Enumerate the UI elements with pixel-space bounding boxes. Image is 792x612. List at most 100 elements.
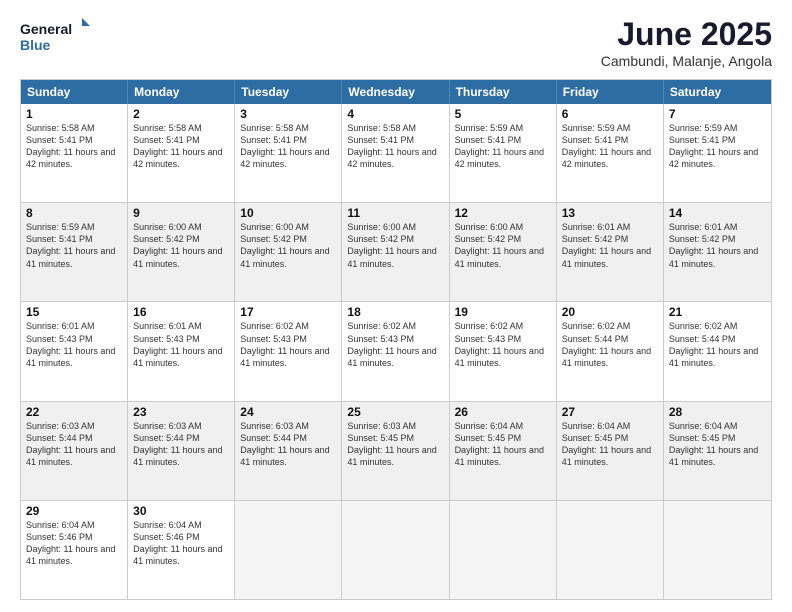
day-info: Sunrise: 5:58 AMSunset: 5:41 PMDaylight:…	[26, 122, 122, 171]
title-block: June 2025 Cambundi, Malanje, Angola	[601, 16, 772, 69]
day-info: Sunrise: 6:03 AMSunset: 5:45 PMDaylight:…	[347, 420, 443, 469]
day-cell-19: 19 Sunrise: 6:02 AMSunset: 5:43 PMDaylig…	[450, 302, 557, 400]
day-info: Sunrise: 6:02 AMSunset: 5:44 PMDaylight:…	[562, 320, 658, 369]
calendar-body: 1 Sunrise: 5:58 AMSunset: 5:41 PMDayligh…	[21, 104, 771, 599]
day-info: Sunrise: 6:01 AMSunset: 5:42 PMDaylight:…	[669, 221, 766, 270]
day-info: Sunrise: 6:04 AMSunset: 5:45 PMDaylight:…	[669, 420, 766, 469]
svg-text:Blue: Blue	[20, 37, 51, 53]
day-info: Sunrise: 6:00 AMSunset: 5:42 PMDaylight:…	[347, 221, 443, 270]
day-number: 18	[347, 305, 443, 319]
day-info: Sunrise: 6:03 AMSunset: 5:44 PMDaylight:…	[26, 420, 122, 469]
day-number: 19	[455, 305, 551, 319]
day-info: Sunrise: 5:59 AMSunset: 5:41 PMDaylight:…	[562, 122, 658, 171]
main-title: June 2025	[601, 16, 772, 53]
day-number: 22	[26, 405, 122, 419]
day-cell-10: 10 Sunrise: 6:00 AMSunset: 5:42 PMDaylig…	[235, 203, 342, 301]
day-number: 16	[133, 305, 229, 319]
day-cell-22: 22 Sunrise: 6:03 AMSunset: 5:44 PMDaylig…	[21, 402, 128, 500]
day-number: 23	[133, 405, 229, 419]
day-cell-30: 30 Sunrise: 6:04 AMSunset: 5:46 PMDaylig…	[128, 501, 235, 599]
day-cell-20: 20 Sunrise: 6:02 AMSunset: 5:44 PMDaylig…	[557, 302, 664, 400]
day-number: 10	[240, 206, 336, 220]
day-info: Sunrise: 6:02 AMSunset: 5:43 PMDaylight:…	[240, 320, 336, 369]
day-info: Sunrise: 6:01 AMSunset: 5:43 PMDaylight:…	[133, 320, 229, 369]
empty-cell	[450, 501, 557, 599]
subtitle: Cambundi, Malanje, Angola	[601, 53, 772, 69]
calendar-row-5: 29 Sunrise: 6:04 AMSunset: 5:46 PMDaylig…	[21, 500, 771, 599]
day-cell-2: 2 Sunrise: 5:58 AMSunset: 5:41 PMDayligh…	[128, 104, 235, 202]
header-day-sunday: Sunday	[21, 80, 128, 104]
day-number: 21	[669, 305, 766, 319]
day-info: Sunrise: 6:02 AMSunset: 5:43 PMDaylight:…	[347, 320, 443, 369]
calendar: SundayMondayTuesdayWednesdayThursdayFrid…	[20, 79, 772, 600]
calendar-row-4: 22 Sunrise: 6:03 AMSunset: 5:44 PMDaylig…	[21, 401, 771, 500]
day-cell-11: 11 Sunrise: 6:00 AMSunset: 5:42 PMDaylig…	[342, 203, 449, 301]
logo-svg: General Blue	[20, 16, 90, 60]
day-number: 28	[669, 405, 766, 419]
day-cell-15: 15 Sunrise: 6:01 AMSunset: 5:43 PMDaylig…	[21, 302, 128, 400]
day-number: 26	[455, 405, 551, 419]
day-cell-9: 9 Sunrise: 6:00 AMSunset: 5:42 PMDayligh…	[128, 203, 235, 301]
day-number: 5	[455, 107, 551, 121]
day-cell-3: 3 Sunrise: 5:58 AMSunset: 5:41 PMDayligh…	[235, 104, 342, 202]
day-cell-25: 25 Sunrise: 6:03 AMSunset: 5:45 PMDaylig…	[342, 402, 449, 500]
header-day-saturday: Saturday	[664, 80, 771, 104]
day-number: 15	[26, 305, 122, 319]
header-day-monday: Monday	[128, 80, 235, 104]
day-info: Sunrise: 6:00 AMSunset: 5:42 PMDaylight:…	[133, 221, 229, 270]
header-day-friday: Friday	[557, 80, 664, 104]
day-cell-28: 28 Sunrise: 6:04 AMSunset: 5:45 PMDaylig…	[664, 402, 771, 500]
day-cell-5: 5 Sunrise: 5:59 AMSunset: 5:41 PMDayligh…	[450, 104, 557, 202]
day-number: 7	[669, 107, 766, 121]
day-info: Sunrise: 5:59 AMSunset: 5:41 PMDaylight:…	[455, 122, 551, 171]
svg-text:General: General	[20, 21, 72, 37]
day-info: Sunrise: 5:58 AMSunset: 5:41 PMDaylight:…	[347, 122, 443, 171]
day-cell-24: 24 Sunrise: 6:03 AMSunset: 5:44 PMDaylig…	[235, 402, 342, 500]
empty-cell	[664, 501, 771, 599]
day-info: Sunrise: 6:02 AMSunset: 5:44 PMDaylight:…	[669, 320, 766, 369]
day-cell-1: 1 Sunrise: 5:58 AMSunset: 5:41 PMDayligh…	[21, 104, 128, 202]
calendar-row-1: 1 Sunrise: 5:58 AMSunset: 5:41 PMDayligh…	[21, 104, 771, 202]
empty-cell	[235, 501, 342, 599]
logo: General Blue	[20, 16, 90, 60]
day-number: 2	[133, 107, 229, 121]
day-cell-21: 21 Sunrise: 6:02 AMSunset: 5:44 PMDaylig…	[664, 302, 771, 400]
day-number: 3	[240, 107, 336, 121]
day-number: 25	[347, 405, 443, 419]
day-number: 27	[562, 405, 658, 419]
calendar-row-2: 8 Sunrise: 5:59 AMSunset: 5:41 PMDayligh…	[21, 202, 771, 301]
day-number: 4	[347, 107, 443, 121]
day-number: 17	[240, 305, 336, 319]
day-cell-29: 29 Sunrise: 6:04 AMSunset: 5:46 PMDaylig…	[21, 501, 128, 599]
header-day-tuesday: Tuesday	[235, 80, 342, 104]
day-info: Sunrise: 6:04 AMSunset: 5:46 PMDaylight:…	[133, 519, 229, 568]
day-number: 29	[26, 504, 122, 518]
day-number: 8	[26, 206, 122, 220]
day-number: 13	[562, 206, 658, 220]
day-cell-12: 12 Sunrise: 6:00 AMSunset: 5:42 PMDaylig…	[450, 203, 557, 301]
day-info: Sunrise: 5:59 AMSunset: 5:41 PMDaylight:…	[26, 221, 122, 270]
day-cell-4: 4 Sunrise: 5:58 AMSunset: 5:41 PMDayligh…	[342, 104, 449, 202]
day-cell-18: 18 Sunrise: 6:02 AMSunset: 5:43 PMDaylig…	[342, 302, 449, 400]
day-info: Sunrise: 6:03 AMSunset: 5:44 PMDaylight:…	[240, 420, 336, 469]
day-cell-8: 8 Sunrise: 5:59 AMSunset: 5:41 PMDayligh…	[21, 203, 128, 301]
day-info: Sunrise: 6:01 AMSunset: 5:42 PMDaylight:…	[562, 221, 658, 270]
day-number: 14	[669, 206, 766, 220]
day-cell-16: 16 Sunrise: 6:01 AMSunset: 5:43 PMDaylig…	[128, 302, 235, 400]
day-cell-23: 23 Sunrise: 6:03 AMSunset: 5:44 PMDaylig…	[128, 402, 235, 500]
day-number: 11	[347, 206, 443, 220]
day-number: 1	[26, 107, 122, 121]
day-info: Sunrise: 6:04 AMSunset: 5:45 PMDaylight:…	[562, 420, 658, 469]
day-number: 24	[240, 405, 336, 419]
day-cell-7: 7 Sunrise: 5:59 AMSunset: 5:41 PMDayligh…	[664, 104, 771, 202]
day-cell-6: 6 Sunrise: 5:59 AMSunset: 5:41 PMDayligh…	[557, 104, 664, 202]
day-info: Sunrise: 6:01 AMSunset: 5:43 PMDaylight:…	[26, 320, 122, 369]
day-info: Sunrise: 6:04 AMSunset: 5:45 PMDaylight:…	[455, 420, 551, 469]
day-info: Sunrise: 6:00 AMSunset: 5:42 PMDaylight:…	[240, 221, 336, 270]
day-cell-14: 14 Sunrise: 6:01 AMSunset: 5:42 PMDaylig…	[664, 203, 771, 301]
day-cell-13: 13 Sunrise: 6:01 AMSunset: 5:42 PMDaylig…	[557, 203, 664, 301]
day-number: 6	[562, 107, 658, 121]
day-number: 30	[133, 504, 229, 518]
day-info: Sunrise: 6:02 AMSunset: 5:43 PMDaylight:…	[455, 320, 551, 369]
day-info: Sunrise: 5:58 AMSunset: 5:41 PMDaylight:…	[133, 122, 229, 171]
